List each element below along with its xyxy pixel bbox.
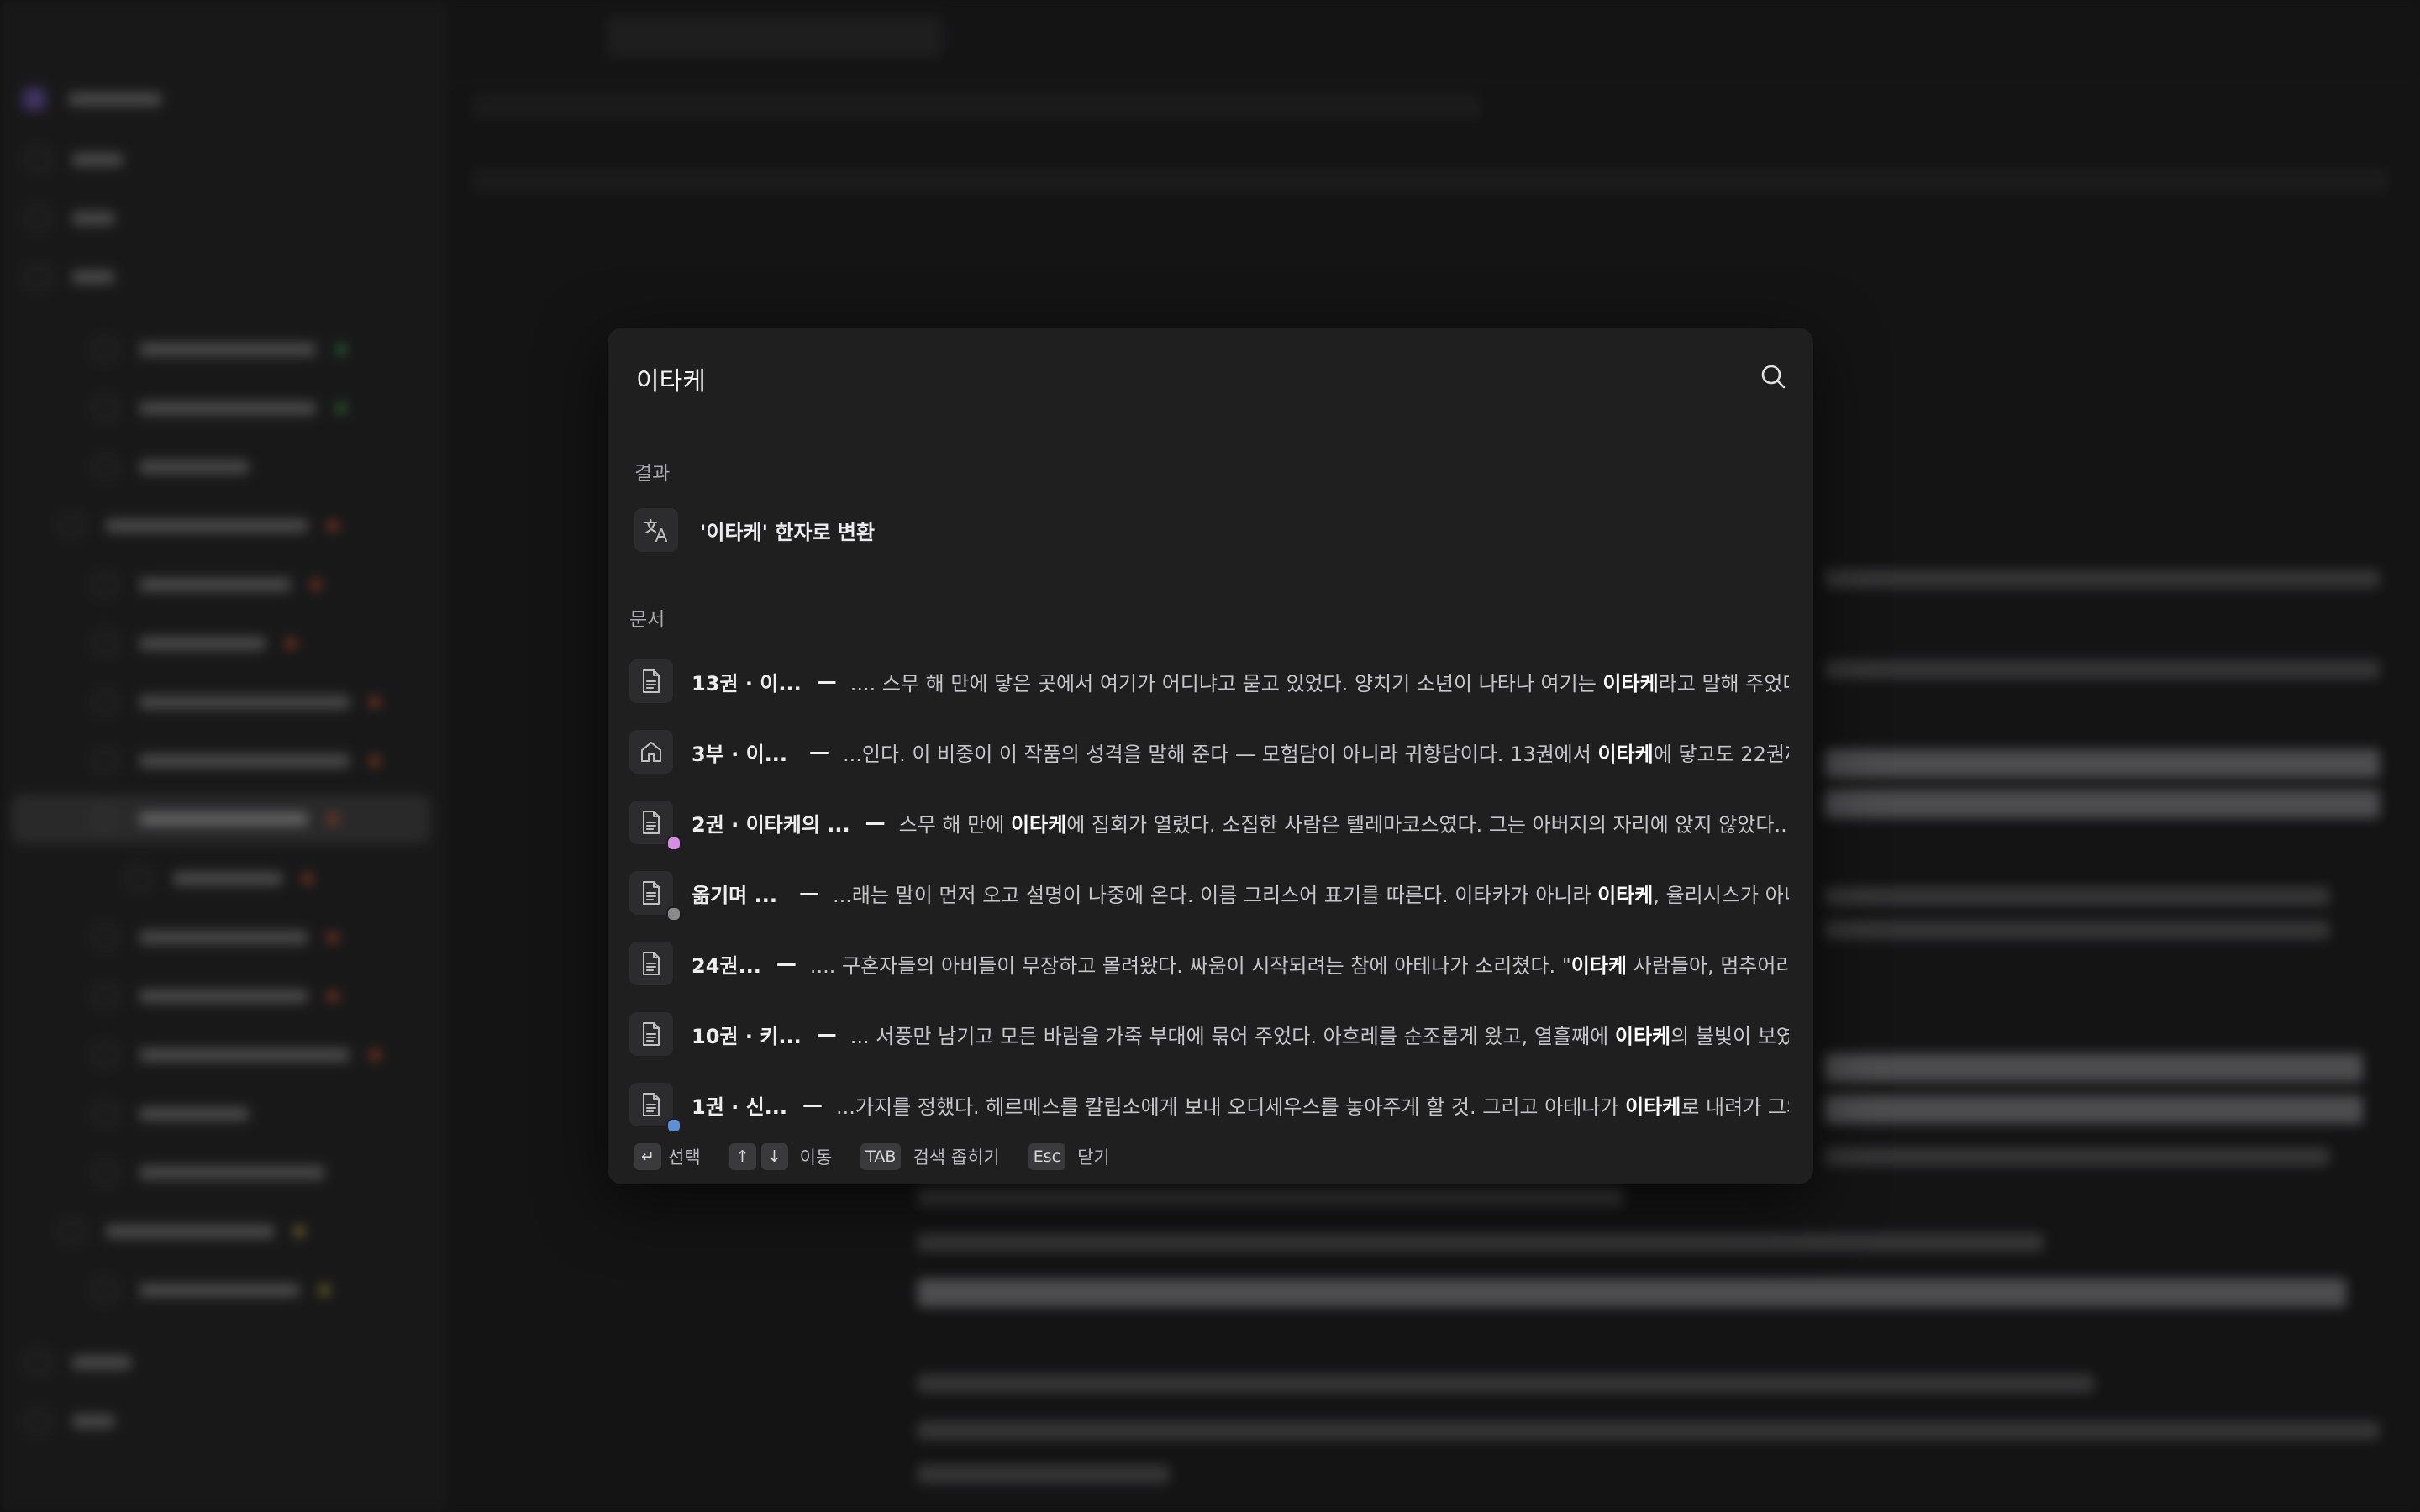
document-icon [629,871,681,921]
search-match: 이타케 [1570,953,1627,978]
esc-key: Esc [1028,1143,1066,1170]
translate-icon [634,508,678,552]
close-hint: 닫기 [1077,1147,1110,1168]
search-match: 이타케 [1614,1024,1671,1048]
document-icon [629,659,673,703]
result-item[interactable]: 24권... — .... 구혼자들의 아비들이 무장하고 몰려왔다. 싸움이 … [629,941,1789,986]
narrow-search-hint: 검색 좁히기 [913,1147,1000,1168]
document-icon [629,801,681,851]
result-item[interactable]: 13권 · 이... — .... 스무 해 만에 닿은 곳에서 여기가 어디냐… [629,659,1789,704]
document-icon [629,942,673,985]
results-section-label: 결과 [634,463,671,485]
status-dot [666,1118,681,1133]
result-title: 24권... [692,953,761,978]
result-separator: — [776,952,797,975]
result-item[interactable]: 2권 · 이타케의 ... — 스무 해 만에 이타케에 집회가 열렸다. 소집… [629,800,1789,851]
status-dot [666,906,681,921]
result-separator: — [802,1093,823,1116]
result-snippet: ...가지를 정했다. 헤르메스를 칼립소에게 보내 오디세우스를 놓아주게 할… [836,1095,1789,1119]
result-separator: — [865,811,886,834]
enter-key: ↵ [634,1143,661,1170]
search-input[interactable] [634,353,1730,405]
search-icon[interactable] [1760,363,1786,390]
tab-key: TAB [860,1143,902,1170]
result-item[interactable]: 옮기며 ... — ...래는 말이 먼저 오고 설명이 나중에 온다. 이름 … [629,870,1789,921]
result-title: 10권 · 키... [692,1024,802,1048]
result-snippet: ...래는 말이 먼저 오고 설명이 나중에 온다. 이름 그리스어 표기를 따… [832,883,1789,907]
result-snippet: .... 구혼자들의 아비들이 무장하고 몰려왔다. 싸움이 시작되려는 참에 … [809,953,1789,978]
search-match: 이타케 [1597,742,1654,766]
result-snippet: .... 스무 해 만에 닿은 곳에서 여기가 어디냐고 묻고 있었다. 양치기… [850,671,1789,696]
result-title: 3부 · 이... [692,742,788,766]
result-separator: — [816,1022,837,1046]
result-snippet: ... 서풍만 남기고 모든 바람을 가죽 부대에 묶어 주었다. 아흐레를 순… [850,1024,1789,1048]
result-separator: — [816,669,837,693]
result-snippet: 스무 해 만에 이타케에 집회가 열렸다. 소집한 사람은 텔레마코스였다. 그… [898,812,1789,837]
search-match: 이타케 [1597,883,1654,907]
up-key: ↑ [729,1143,756,1170]
result-separator: — [809,740,830,764]
convert-hanja-label: '이타케' 한자로 변환 [700,520,876,544]
result-title: 13권 · 이... [692,671,802,696]
search-match: 이타케 [1625,1095,1681,1119]
status-dot [666,836,681,851]
document-icon [629,1012,673,1056]
result-item[interactable]: 10권 · 키... — ... 서풍만 남기고 모든 바람을 가죽 부대에 묶… [629,1011,1789,1057]
search-modal: 결과 '이타케' 한자로 변환 문서 13권 · 이... — .... 스무 … [608,328,1813,1184]
document-icon [629,1083,681,1133]
shortcut-footer: ↵ 선택 ↑ ↓ 이동 TAB 검색 좁히기 Esc 닫기 [634,1142,1139,1171]
result-title: 1권 · 신... [692,1095,788,1119]
result-snippet: ...인다. 이 비중이 이 작품의 성격을 말해 준다 — 모험담이 아니라 … [843,742,1789,766]
result-item[interactable]: 3부 · 이... — ...인다. 이 비중이 이 작품의 성격을 말해 준다… [629,729,1789,774]
move-hint: 이동 [799,1147,833,1168]
documents-section-label: 문서 [629,609,666,631]
select-hint: 선택 [668,1147,701,1168]
result-separator: — [798,881,819,905]
search-match: 이타케 [1010,812,1067,837]
search-match: 이타케 [1602,671,1659,696]
result-title: 옮기며 ... [692,883,777,907]
home-icon [629,730,673,774]
result-item[interactable]: 1권 · 신... — ...가지를 정했다. 헤르메스를 칼립소에게 보내 오… [629,1082,1789,1133]
convert-hanja-item[interactable]: '이타케' 한자로 변환 [634,507,875,553]
result-title: 2권 · 이타케의 ... [692,812,850,837]
down-key: ↓ [760,1143,788,1170]
